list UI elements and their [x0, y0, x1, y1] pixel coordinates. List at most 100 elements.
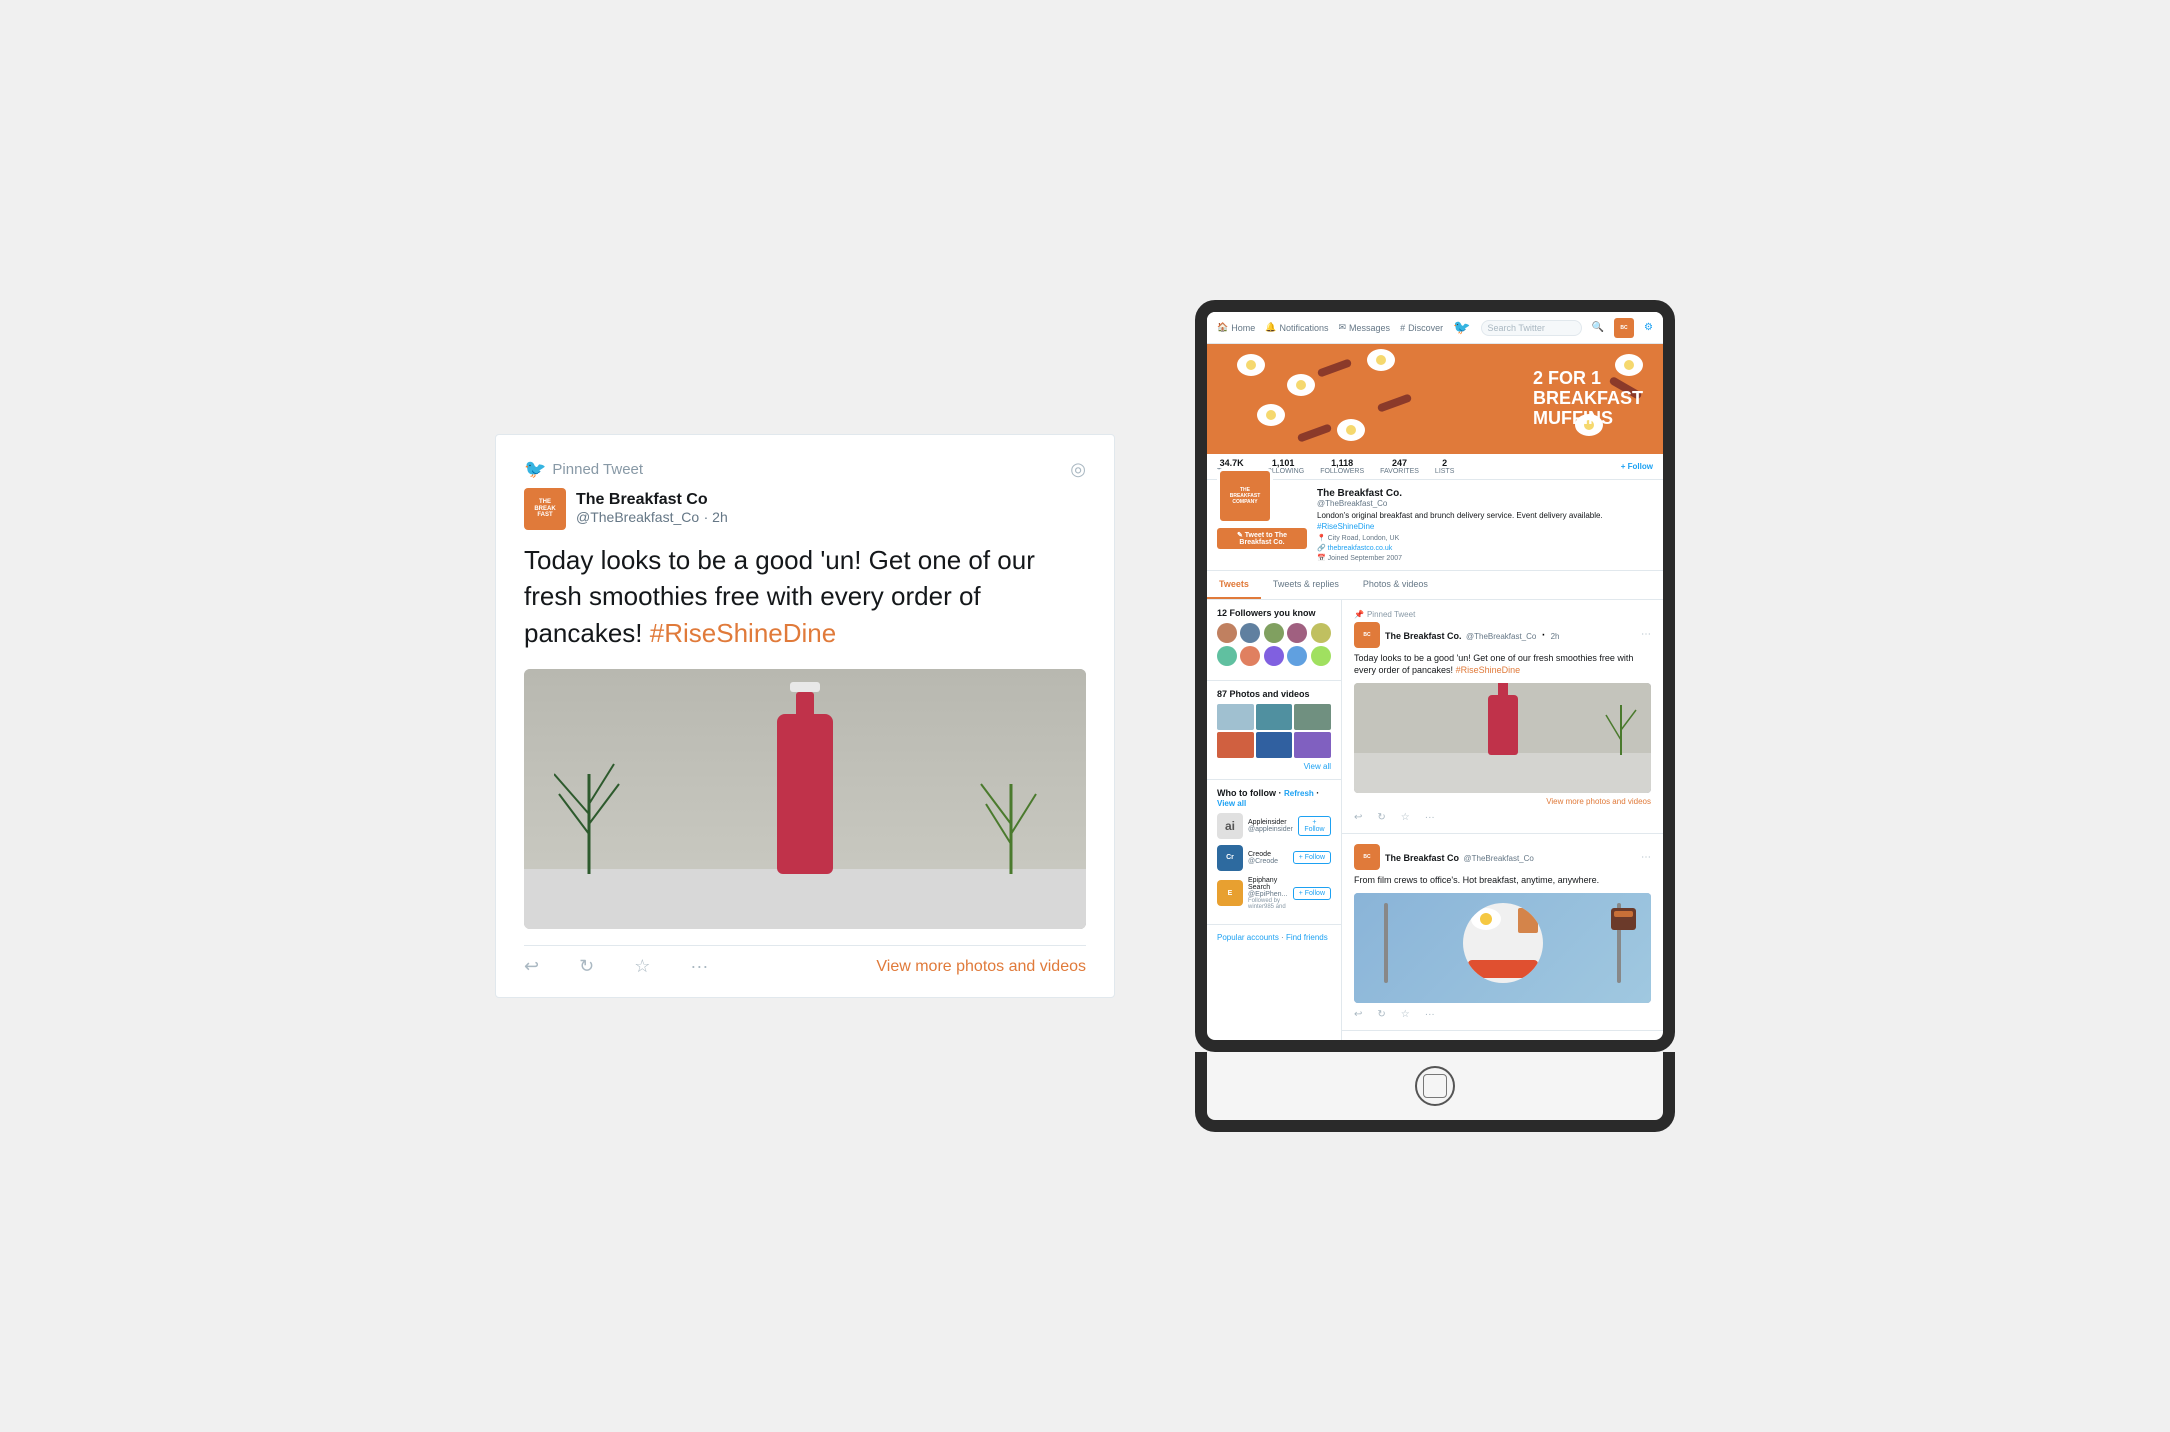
toast-on-plate [1518, 908, 1538, 933]
smoothie-bottle [777, 682, 833, 874]
photos-widget: 87 Photos and videos View all [1207, 681, 1341, 780]
breakfast-plate [1463, 903, 1543, 983]
mini-tweet-1-header: BC The Breakfast Co. @TheBreakfast_Co · … [1354, 622, 1651, 648]
mini-smoothie-bottle [1488, 683, 1518, 755]
more-icon-mini[interactable]: ··· [1425, 812, 1435, 823]
photo-thumb-3 [1294, 704, 1331, 730]
tweet-actions: ↩ ↻ ☆ ··· View more photos and videos [524, 945, 1086, 977]
follower-avatar-9 [1287, 646, 1307, 666]
reply-icon-mini-2[interactable]: ↩ [1354, 1009, 1362, 1020]
nav-notifications[interactable]: 🔔 Notifications [1265, 322, 1328, 333]
wf-avatar-appleinsider: ai [1217, 813, 1243, 839]
author-avatar: THEBREAKFAST [524, 488, 566, 530]
egg-icon-1 [1237, 354, 1265, 376]
mini-tweet-1: 📌 Pinned Tweet BC The Breakfast Co. @The… [1342, 600, 1663, 834]
follower-avatar-10 [1311, 646, 1331, 666]
tab-tweets-replies[interactable]: Tweets & replies [1261, 571, 1351, 599]
nav-messages[interactable]: ✉ Messages [1338, 322, 1390, 333]
search-box[interactable]: Search Twitter [1481, 320, 1582, 336]
view-more-link[interactable]: View more photos and videos [876, 958, 1086, 976]
mini-tweet-1-actions: ↩ ↻ ☆ ··· [1354, 812, 1651, 823]
mini-plant-icon [1601, 695, 1641, 755]
follow-epiphany-btn[interactable]: + Follow [1293, 887, 1331, 900]
tweet-card: ◎ 🐦 Pinned Tweet THEBREAKFAST The Breakf… [495, 434, 1115, 998]
reply-icon[interactable]: ↩ [524, 956, 539, 977]
egg-on-plate [1471, 908, 1501, 930]
stat-favorites: 247 FAVORITES [1380, 458, 1419, 475]
mini-tweet-2-image [1354, 893, 1651, 1003]
like-icon[interactable]: ☆ [634, 956, 650, 977]
followers-widget: 12 Followers you know [1207, 600, 1341, 681]
wf-avatar-creode: Cr [1217, 845, 1243, 871]
author-handle: @TheBreakfast_Co [576, 509, 699, 525]
tab-photos-videos[interactable]: Photos & videos [1351, 571, 1440, 599]
twitter-banner: 2 FOR 1 BREAKFAST MUFFINS [1207, 344, 1663, 454]
mini-tweet-2-actions: ↩ ↻ ☆ ··· [1354, 1009, 1651, 1020]
follow-creode-btn[interactable]: + Follow [1293, 851, 1331, 864]
tweet-actions-left: ↩ ↻ ☆ ··· [524, 956, 708, 977]
mini-tweet-1-body: Today looks to be a good 'un! Get one of… [1354, 652, 1651, 677]
nav-settings-icon[interactable]: ⚙ [1644, 322, 1653, 333]
wf-info-epiphany: Epiphany Search @EpiPhen... Followed by … [1248, 877, 1288, 910]
banner-text: 2 FOR 1 BREAKFAST MUFFINS [1533, 369, 1643, 428]
more-icon-2[interactable]: ⋯ [1641, 852, 1651, 863]
who-follow-item-2: Cr Creode @Creode + Follow [1217, 845, 1331, 871]
profile-left: THEBREAKFASTCOMPANY ✎ Tweet to The Break… [1217, 488, 1307, 562]
plant-right-icon [976, 764, 1046, 874]
popular-links: Popular accounts · Find friends [1207, 925, 1341, 950]
who-follow-item-3: E Epiphany Search @EpiPhen... Followed b… [1217, 877, 1331, 910]
tab-tweets[interactable]: Tweets [1207, 571, 1261, 599]
reply-icon-mini[interactable]: ↩ [1354, 812, 1362, 823]
profile-right: The Breakfast Co. @TheBreakfast_Co Londo… [1317, 488, 1653, 562]
mini-tweet-1-image [1354, 683, 1651, 793]
mini-tweet-avatar-2: BC [1354, 844, 1380, 870]
view-more-link-1[interactable]: View more photos and videos [1354, 797, 1651, 806]
bacon-icon-4 [1297, 423, 1333, 442]
who-to-follow-title: Who to follow · Refresh · View all [1217, 788, 1331, 808]
mini-bg-table [1354, 753, 1651, 793]
wf-info-creode: Creode @Creode [1248, 851, 1288, 865]
more-icon-1[interactable]: ⋯ [1641, 629, 1651, 640]
tablet-wrapper: 🏠 Home 🔔 Notifications ✉ Messages # Disc… [1195, 300, 1675, 1132]
tweet-image [524, 669, 1086, 929]
retweet-icon-mini[interactable]: ↻ [1377, 812, 1385, 823]
mini-tweet-2-body: From film crews to office's. Hot breakfa… [1354, 874, 1651, 887]
author-name: The Breakfast Co [576, 491, 728, 509]
tweet-to-button[interactable]: ✎ Tweet to The Breakfast Co. [1217, 528, 1307, 549]
twitter-nav: 🏠 Home 🔔 Notifications ✉ Messages # Disc… [1207, 312, 1663, 344]
photo-thumb-2 [1256, 704, 1293, 730]
pinned-tweet-label: 📌 Pinned Tweet [1354, 610, 1651, 619]
more-icon-mini-2[interactable]: ··· [1425, 1009, 1435, 1020]
more-icon[interactable]: ··· [690, 956, 708, 977]
profile-bio: London's original breakfast and brunch d… [1317, 511, 1653, 532]
tablet-frame: 🏠 Home 🔔 Notifications ✉ Messages # Disc… [1195, 300, 1675, 1052]
profile-avatar: THEBREAKFASTCOMPANY [1217, 468, 1273, 524]
follower-avatar-2 [1240, 623, 1260, 643]
retweet-icon[interactable]: ↻ [579, 956, 594, 977]
search-icon[interactable]: 🔍 [1592, 322, 1604, 333]
bio-hashtag: #RiseShineDine [1317, 522, 1374, 531]
retweet-icon-mini-2[interactable]: ↻ [1377, 1009, 1385, 1020]
mini-hashtag-1: #RiseShineDine [1456, 665, 1521, 675]
tablet-bottom-bar [1195, 1052, 1675, 1132]
like-icon-mini-2[interactable]: ☆ [1401, 1009, 1410, 1020]
location-icon: ◎ [1070, 459, 1086, 480]
view-all-photos-link[interactable]: View all [1217, 762, 1331, 771]
photos-grid [1217, 704, 1331, 758]
nav-discover[interactable]: # Discover [1400, 323, 1443, 333]
egg-icon-2 [1287, 374, 1315, 396]
follower-avatar-6 [1217, 646, 1237, 666]
photo-thumb-1 [1217, 704, 1254, 730]
bacon-icon-2 [1377, 393, 1413, 412]
tablet-home-button[interactable] [1415, 1066, 1455, 1106]
nav-user-avatar: BC [1614, 318, 1634, 338]
follow-button-top[interactable]: + Follow [1621, 462, 1653, 471]
nav-home[interactable]: 🏠 Home [1217, 322, 1255, 333]
wf-avatar-epiphany: E [1217, 880, 1243, 906]
like-icon-mini[interactable]: ☆ [1401, 812, 1410, 823]
pinned-label: Pinned Tweet [552, 461, 643, 478]
followers-grid [1217, 623, 1331, 666]
follow-appleinsider-btn[interactable]: + Follow [1298, 816, 1331, 836]
profile-stats-bar: 34.7K TWEETS 1,101 FOLLOWING 1,118 FOLLO… [1207, 454, 1663, 480]
tablet-camera [1431, 304, 1439, 312]
